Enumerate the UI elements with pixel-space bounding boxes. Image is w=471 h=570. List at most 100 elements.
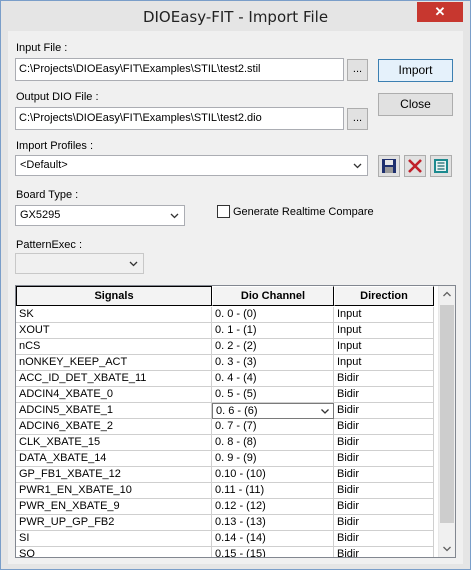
input-file-browse-button[interactable]: ... — [347, 59, 368, 81]
signal-cell[interactable]: PWR_EN_XBATE_9 — [16, 499, 212, 515]
table-row[interactable]: PWR_EN_XBATE_9 0.12 - (12) Bidir — [16, 499, 440, 515]
table-row[interactable]: nONKEY_KEEP_ACT 0. 3 - (3) Input — [16, 355, 440, 371]
dio-channel-cell[interactable]: 0. 7 - (7) — [212, 419, 334, 435]
table-row[interactable]: SK 0. 0 - (0) Input — [16, 307, 440, 323]
dio-channel-cell[interactable]: 0. 1 - (1) — [212, 323, 334, 339]
scroll-thumb[interactable] — [440, 305, 454, 523]
signal-cell[interactable]: SI — [16, 531, 212, 547]
board-type-value: GX5295 — [20, 209, 61, 221]
signal-cell[interactable]: XOUT — [16, 323, 212, 339]
direction-cell[interactable]: Bidir — [334, 467, 434, 483]
import-profiles-label: Import Profiles : — [16, 140, 94, 152]
table-row[interactable]: ADCIN4_XBATE_0 0. 5 - (5) Bidir — [16, 387, 440, 403]
direction-cell[interactable]: Bidir — [334, 371, 434, 387]
dio-channel-cell[interactable]: 0.10 - (10) — [212, 467, 334, 483]
import-profiles-value: <Default> — [20, 159, 68, 171]
output-file-field[interactable]: C:\Projects\DIOEasy\FIT\Examples\STIL\te… — [15, 107, 344, 130]
direction-cell[interactable]: Input — [334, 307, 434, 323]
dio-channel-cell[interactable]: 0. 4 - (4) — [212, 371, 334, 387]
direction-cell[interactable]: Input — [334, 355, 434, 371]
pattern-exec-label: PatternExec : — [16, 239, 83, 251]
table-row[interactable]: GP_FB1_XBATE_12 0.10 - (10) Bidir — [16, 467, 440, 483]
direction-cell[interactable]: Bidir — [334, 483, 434, 499]
direction-cell[interactable]: Bidir — [334, 547, 434, 557]
scroll-down-arrow[interactable] — [439, 540, 455, 557]
profile-list-icon — [434, 159, 448, 173]
dio-channel-cell[interactable]: 0. 5 - (5) — [212, 387, 334, 403]
dio-channel-cell[interactable]: 0.13 - (13) — [212, 515, 334, 531]
table-row[interactable]: PWR_UP_GP_FB2 0.13 - (13) Bidir — [16, 515, 440, 531]
direction-cell[interactable]: Bidir — [334, 499, 434, 515]
signal-cell[interactable]: nCS — [16, 339, 212, 355]
title-bar[interactable]: DIOEasy-FIT - Import File ✕ — [1, 1, 470, 31]
signal-cell[interactable]: SK — [16, 307, 212, 323]
signal-cell[interactable]: GP_FB1_XBATE_12 — [16, 467, 212, 483]
delete-profile-button[interactable] — [404, 155, 426, 177]
dio-channel-cell[interactable]: 0. 8 - (8) — [212, 435, 334, 451]
table-row[interactable]: DATA_XBATE_14 0. 9 - (9) Bidir — [16, 451, 440, 467]
table-row[interactable]: nCS 0. 2 - (2) Input — [16, 339, 440, 355]
direction-cell[interactable]: Input — [334, 339, 434, 355]
direction-cell[interactable]: Input — [334, 323, 434, 339]
column-header-direction[interactable]: Direction — [334, 286, 434, 306]
direction-cell[interactable]: Bidir — [334, 419, 434, 435]
table-row[interactable]: ACC_ID_DET_XBATE_11 0. 4 - (4) Bidir — [16, 371, 440, 387]
board-type-label: Board Type : — [16, 189, 79, 201]
import-file-window: DIOEasy-FIT - Import File ✕ Input File :… — [0, 0, 471, 570]
direction-cell[interactable]: Bidir — [334, 387, 434, 403]
dio-channel-cell[interactable]: 0.11 - (11) — [212, 483, 334, 499]
signal-cell[interactable]: CLK_XBATE_15 — [16, 435, 212, 451]
chevron-down-icon — [353, 163, 362, 169]
save-icon — [382, 159, 396, 173]
dio-channel-cell[interactable]: 0. 9 - (9) — [212, 451, 334, 467]
direction-cell[interactable]: Bidir — [334, 451, 434, 467]
signal-cell[interactable]: DATA_XBATE_14 — [16, 451, 212, 467]
grid-vertical-scrollbar[interactable] — [438, 286, 455, 557]
output-file-browse-button[interactable]: ... — [347, 108, 368, 130]
dio-channel-cell[interactable]: 0. 2 - (2) — [212, 339, 334, 355]
pattern-exec-select[interactable] — [15, 253, 144, 274]
table-row[interactable]: PWR1_EN_XBATE_10 0.11 - (11) Bidir — [16, 483, 440, 499]
signal-cell[interactable]: ADCIN5_XBATE_1 — [16, 403, 212, 419]
profile-list-button[interactable] — [430, 155, 452, 177]
table-row[interactable]: SI 0.14 - (14) Bidir — [16, 531, 440, 547]
save-profile-button[interactable] — [378, 155, 400, 177]
signal-cell[interactable]: ADCIN6_XBATE_2 — [16, 419, 212, 435]
column-header-dio-channel[interactable]: Dio Channel — [212, 286, 334, 306]
dio-channel-cell[interactable]: 0. 3 - (3) — [212, 355, 334, 371]
table-row[interactable]: ADCIN5_XBATE_1 0. 6 - (6) Bidir — [16, 403, 440, 419]
dialog-body: Input File : C:\Projects\DIOEasy\FIT\Exa… — [8, 31, 463, 564]
direction-cell[interactable]: Bidir — [334, 435, 434, 451]
signal-cell[interactable]: PWR_UP_GP_FB2 — [16, 515, 212, 531]
dio-channel-cell[interactable]: 0. 0 - (0) — [212, 307, 334, 323]
direction-cell[interactable]: Bidir — [334, 531, 434, 547]
board-type-select[interactable]: GX5295 — [15, 205, 185, 226]
signal-cell[interactable]: PWR1_EN_XBATE_10 — [16, 483, 212, 499]
input-file-field[interactable]: C:\Projects\DIOEasy\FIT\Examples\STIL\te… — [15, 58, 344, 81]
table-row[interactable]: CLK_XBATE_15 0. 8 - (8) Bidir — [16, 435, 440, 451]
scroll-up-arrow[interactable] — [439, 286, 455, 303]
signal-cell[interactable]: nONKEY_KEEP_ACT — [16, 355, 212, 371]
import-button[interactable]: Import — [378, 59, 453, 82]
signal-cell[interactable]: ACC_ID_DET_XBATE_11 — [16, 371, 212, 387]
dio-channel-cell[interactable]: 0.14 - (14) — [212, 531, 334, 547]
dio-channel-dropdown[interactable]: 0. 6 - (6) — [212, 403, 334, 419]
dio-channel-cell[interactable]: 0.15 - (15) — [212, 547, 334, 557]
import-profiles-select[interactable]: <Default> — [15, 155, 368, 176]
table-row[interactable]: ADCIN6_XBATE_2 0. 7 - (7) Bidir — [16, 419, 440, 435]
table-row[interactable]: SO 0.15 - (15) Bidir — [16, 547, 440, 557]
dio-channel-value: 0. 6 - (6) — [216, 405, 258, 417]
direction-cell[interactable]: Bidir — [334, 403, 434, 419]
direction-cell[interactable]: Bidir — [334, 515, 434, 531]
signal-cell[interactable]: ADCIN4_XBATE_0 — [16, 387, 212, 403]
realtime-compare-label: Generate Realtime Compare — [233, 206, 374, 218]
close-button[interactable]: Close — [378, 93, 453, 116]
table-row[interactable]: XOUT 0. 1 - (1) Input — [16, 323, 440, 339]
signal-mapping-grid: Signals Dio Channel Direction SK 0. 0 - (… — [15, 285, 456, 558]
realtime-compare-checkbox[interactable] — [217, 205, 230, 218]
chevron-up-icon — [443, 291, 451, 297]
signal-cell[interactable]: SO — [16, 547, 212, 557]
dio-channel-cell[interactable]: 0.12 - (12) — [212, 499, 334, 515]
column-header-signals[interactable]: Signals — [16, 286, 212, 306]
window-close-button[interactable]: ✕ — [417, 2, 463, 22]
